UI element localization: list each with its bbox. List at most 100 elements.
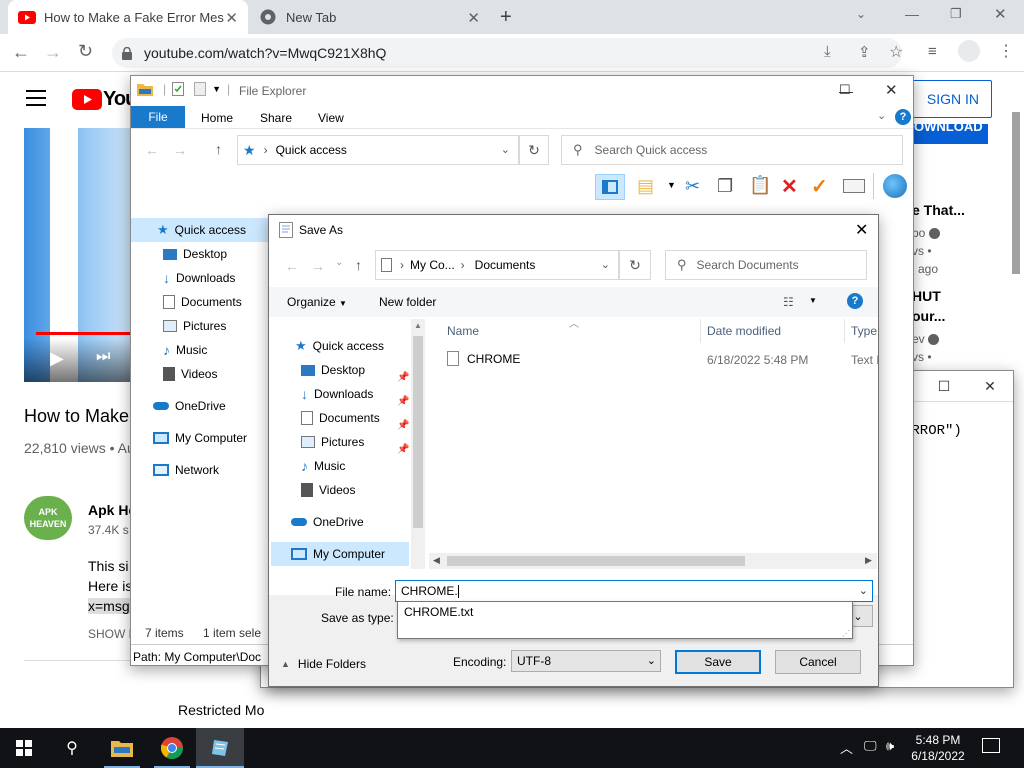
resize-grip-icon[interactable]: ⋰ — [842, 629, 850, 638]
nav-item-downloads[interactable]: ↓ Downloads — [301, 382, 373, 406]
breadcrumb-documents[interactable]: Documents — [475, 258, 536, 272]
nav-item-onedrive[interactable]: OneDrive — [291, 510, 364, 534]
maximize-icon[interactable]: ☐ — [839, 82, 851, 98]
volume-icon[interactable]: 🕪 — [886, 738, 894, 754]
refresh-button[interactable]: ↻ — [619, 250, 651, 280]
nav-scrollbar[interactable]: ▲ — [411, 319, 425, 569]
nav-item-documents[interactable]: Documents — [163, 290, 242, 314]
notepad-taskbar-button[interactable] — [196, 728, 244, 768]
address-dropdown-icon[interactable]: ⌄ — [501, 143, 510, 156]
filename-input[interactable]: CHROME. ⌄ — [395, 580, 873, 602]
ribbon-tab-view[interactable]: View — [318, 111, 344, 125]
paste-icon[interactable]: 📋 — [749, 175, 771, 196]
rename-icon[interactable] — [843, 179, 865, 193]
cut-icon[interactable]: ✂ — [685, 176, 700, 197]
preview-pane-icon[interactable] — [595, 174, 625, 200]
notes-icon[interactable]: ▤ — [637, 176, 654, 197]
share-icon[interactable]: ⇪ — [858, 43, 871, 61]
dialog-address-bar[interactable]: › My Co... › Documents ⌄ — [375, 250, 619, 280]
youtube-logo[interactable]: You — [72, 88, 137, 111]
profile-avatar-icon[interactable] — [958, 40, 980, 62]
dropdown-icon[interactable]: ▼ — [667, 180, 676, 190]
up-icon[interactable]: ↑ — [355, 257, 362, 273]
encoding-select[interactable]: UTF-8 ⌄ — [511, 650, 661, 672]
nav-item-onedrive[interactable]: OneDrive — [153, 394, 226, 418]
minimize-icon[interactable]: — — [905, 6, 919, 22]
reload-icon[interactable]: ↻ — [78, 41, 93, 62]
file-list-hscrollbar[interactable]: ◀ ▶ — [429, 553, 877, 569]
organize-button[interactable]: Organize ▼ — [287, 295, 347, 309]
nav-item-my-computer[interactable]: My Computer — [153, 426, 247, 450]
tab-new-tab[interactable]: New Tab ✕ — [250, 0, 490, 34]
address-bar[interactable]: ★ › Quick access ⌄ — [237, 135, 519, 165]
start-button[interactable] — [0, 728, 48, 768]
maximize-icon[interactable]: ☐ — [921, 371, 967, 401]
nav-item-quick-access[interactable]: ★ Quick access — [295, 334, 384, 358]
nav-item-videos[interactable]: Videos — [301, 478, 355, 502]
dropdown-icon[interactable]: ▼ — [809, 296, 817, 305]
nav-item-downloads[interactable]: ↓ Downloads — [163, 266, 235, 290]
chrome-taskbar-button[interactable] — [148, 728, 196, 768]
checkmark-icon[interactable]: ✓ — [811, 174, 828, 199]
column-type[interactable]: Type — [851, 324, 877, 338]
filename-dropdown-icon[interactable]: ⌄ — [859, 584, 868, 597]
rec-title[interactable]: HUT — [912, 288, 941, 304]
page-scrollbar-thumb[interactable] — [1012, 112, 1020, 274]
new-tab-plus-icon[interactable]: + — [500, 6, 512, 29]
help-icon[interactable]: ? — [847, 293, 863, 309]
copy-icon[interactable]: ❐ — [717, 176, 733, 197]
nav-item-pictures[interactable]: Pictures — [301, 430, 364, 454]
bookmark-star-icon[interactable]: ☆ — [889, 42, 903, 62]
nav-item-my-computer[interactable]: My Computer — [291, 542, 385, 566]
rec-title[interactable]: e That... — [912, 202, 965, 218]
back-icon[interactable]: ← — [12, 42, 30, 63]
nav-item-network[interactable]: Network — [153, 458, 219, 482]
close-icon[interactable]: ✕ — [885, 81, 898, 99]
media-controls-icon[interactable]: ≡ — [928, 43, 937, 60]
column-date-modified[interactable]: Date modified — [707, 324, 781, 338]
back-icon[interactable]: ← — [285, 258, 299, 274]
up-icon[interactable]: ↑ — [215, 141, 222, 157]
cancel-button[interactable]: Cancel — [775, 650, 861, 674]
channel-avatar[interactable]: APK HEAVEN — [24, 496, 72, 540]
rec-title-line2[interactable]: our... — [912, 308, 945, 324]
tab-search-chevron-icon[interactable]: ⌄ — [856, 7, 866, 21]
file-explorer-taskbar-button[interactable] — [98, 728, 146, 768]
clock[interactable]: 5:48 PM 6/18/2022 — [908, 732, 968, 764]
notifications-icon[interactable] — [982, 738, 1000, 753]
breadcrumb-my-computer[interactable]: My Co... — [410, 258, 455, 272]
nav-item-desktop[interactable]: Desktop — [163, 242, 227, 266]
nav-item-pictures[interactable]: Pictures — [163, 314, 226, 338]
tab-youtube[interactable]: How to Make a Fake Error Messa ✕ — [8, 0, 248, 34]
recent-dropdown-icon[interactable]: ⌄ — [335, 257, 343, 268]
nav-item-music[interactable]: ♪ Music — [301, 454, 345, 478]
scroll-right-icon[interactable]: ▶ — [865, 555, 872, 566]
customize-qat-icon[interactable]: ▼ — [212, 84, 221, 94]
scroll-left-icon[interactable]: ◀ — [433, 555, 440, 566]
new-folder-button[interactable]: New folder — [379, 295, 436, 309]
delete-icon[interactable]: ✕ — [781, 174, 798, 199]
address-dropdown-icon[interactable]: ⌄ — [601, 258, 610, 271]
ribbon-tab-share[interactable]: Share — [260, 111, 292, 125]
globe-icon[interactable] — [883, 174, 907, 198]
help-icon[interactable]: ? — [895, 109, 911, 125]
forward-icon[interactable]: → — [44, 42, 62, 63]
nav-item-videos[interactable]: Videos — [163, 362, 217, 386]
play-icon[interactable]: ▶ — [50, 348, 64, 369]
close-icon[interactable]: ✕ — [967, 371, 1013, 401]
network-status-icon[interactable]: 🖵 — [864, 738, 877, 754]
search-icon[interactable]: ⚲ — [48, 728, 96, 768]
restricted-mode[interactable]: Restricted Mo — [178, 702, 264, 718]
forward-icon[interactable]: → — [173, 142, 187, 158]
file-row[interactable]: CHROME — [447, 351, 520, 366]
install-icon[interactable]: ⤓ — [824, 43, 831, 60]
refresh-button[interactable]: ↻ — [519, 135, 549, 165]
close-icon[interactable]: ✕ — [855, 220, 868, 240]
view-options-icon[interactable]: ☷ — [783, 295, 794, 309]
nav-item-quick-access[interactable]: ★ Quick access — [157, 218, 246, 242]
sign-in-button[interactable]: SIGN IN — [902, 80, 992, 118]
collapse-ribbon-icon[interactable]: ⌄ — [877, 109, 886, 122]
ribbon-tab-home[interactable]: Home — [201, 111, 233, 125]
hide-folders-button[interactable]: ▲ Hide Folders — [281, 657, 366, 671]
scroll-up-icon[interactable]: ▲ — [411, 319, 425, 330]
